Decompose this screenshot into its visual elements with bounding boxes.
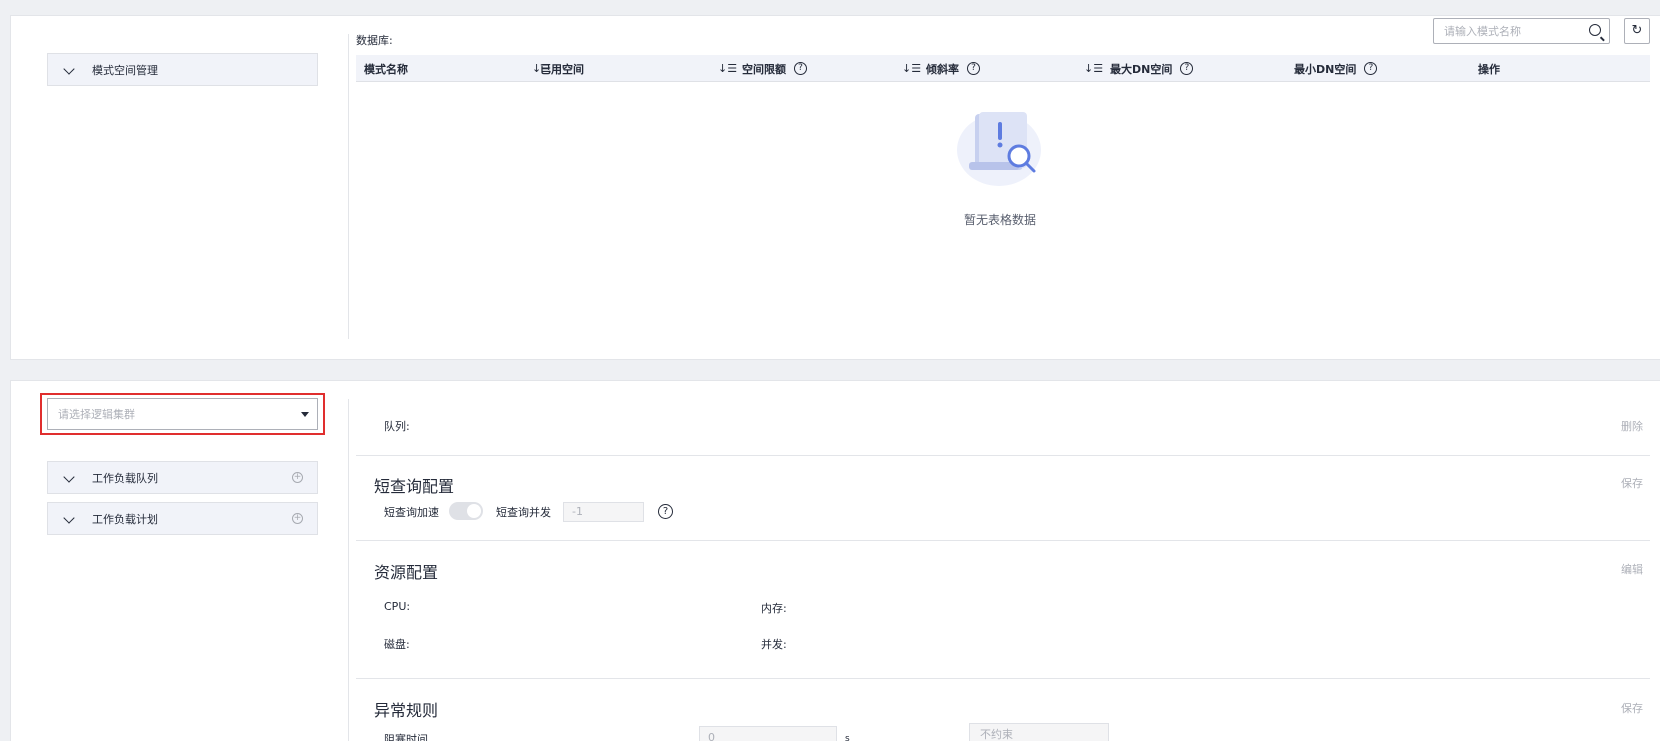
chevron-down-icon (64, 65, 74, 75)
refresh-icon: ↻ (1631, 23, 1643, 38)
sort-icon[interactable]: ↓☰ (718, 62, 737, 75)
database-label: 数据库: (356, 34, 393, 47)
exception-save-link[interactable]: 保存 (1621, 700, 1643, 716)
short-query-title: 短查询配置 (374, 477, 455, 496)
short-query-accel-toggle[interactable] (449, 502, 483, 520)
schema-search-input[interactable] (1444, 19, 1584, 43)
exception-rules-title: 异常规则 (374, 701, 439, 720)
block-time-input[interactable]: 0 (699, 726, 837, 741)
help-icon[interactable]: ? (794, 62, 807, 75)
column-header-schema-name: 模式名称 (364, 62, 408, 76)
column-header-space-quota: 空间限额? (742, 55, 807, 82)
section-divider (356, 678, 1650, 679)
vertical-divider (348, 399, 349, 741)
column-header-actions: 操作 (1478, 62, 1500, 76)
tree-item-workload-plan[interactable]: 工作负载计划 + (47, 502, 318, 535)
select-placeholder: 请选择逻辑集群 (58, 408, 135, 421)
cpu-label: CPU: (384, 600, 411, 613)
caret-down-icon (301, 412, 309, 417)
help-icon[interactable]: ? (1180, 62, 1194, 75)
chevron-down-icon (64, 473, 74, 483)
workload-panel: 请选择逻辑集群 工作负载队列 + 工作负载计划 + (10, 380, 1660, 741)
column-header-min-dn-space: 最小DN空间? (1294, 55, 1378, 82)
tree-item-label: 工作负载队列 (92, 471, 158, 485)
short-query-concurrency-label: 短查询并发 (496, 506, 551, 519)
column-header-skew-rate: 倾斜率? (926, 55, 980, 82)
refresh-button[interactable]: ↻ (1624, 18, 1650, 44)
short-query-save-link[interactable]: 保存 (1621, 475, 1643, 491)
memory-label: 内存: (761, 602, 787, 615)
column-header-max-dn-space: 最大DN空间? (1110, 55, 1194, 82)
delete-link[interactable]: 删除 (1621, 418, 1643, 434)
schema-search-box (1433, 18, 1610, 44)
queue-label: 队列: (384, 420, 410, 433)
section-divider (356, 455, 1650, 456)
chevron-down-icon (64, 514, 74, 524)
tree-item-workload-queue[interactable]: 工作负载队列 + (47, 461, 318, 494)
column-header-used-space: 已用空间 (540, 62, 584, 76)
constraint-select[interactable]: 不约束 (969, 723, 1109, 741)
help-icon[interactable]: ? (658, 504, 673, 519)
empty-data-illustration (957, 112, 1041, 186)
search-icon[interactable] (1589, 24, 1601, 36)
sort-icon[interactable]: ↓☰ (1084, 62, 1103, 75)
vertical-divider (348, 34, 349, 339)
resource-config-title: 资源配置 (374, 563, 439, 582)
concurrency-label: 并发: (761, 638, 787, 651)
tree-item-label: 工作负载计划 (92, 512, 158, 526)
tree-item-schema-space[interactable]: 模式空间管理 (47, 53, 318, 86)
section-divider (356, 540, 1650, 541)
schema-table-header: 模式名称 ↓☰ 已用空间 ↓☰ 空间限额? ↓☰ 倾斜率? ↓☰ 最大DN空间?… (356, 55, 1650, 82)
empty-table-text: 暂无表格数据 (963, 213, 1036, 227)
sort-icon[interactable]: ↓☰ (902, 62, 921, 75)
add-icon[interactable]: + (292, 472, 303, 483)
toggle-knob (467, 504, 481, 518)
short-query-concurrency-input[interactable]: -1 (563, 502, 644, 522)
help-icon[interactable]: ? (1364, 62, 1378, 75)
add-icon[interactable]: + (292, 513, 303, 524)
disk-label: 磁盘: (384, 638, 410, 651)
tree-item-label: 模式空间管理 (92, 63, 158, 77)
short-query-accel-label: 短查询加速 (384, 506, 439, 519)
logical-cluster-select[interactable]: 请选择逻辑集群 (47, 398, 318, 430)
help-icon[interactable]: ? (967, 62, 980, 75)
block-time-unit: s (845, 734, 850, 741)
block-time-label: 阻塞时间 (384, 733, 428, 741)
resource-edit-link[interactable]: 编辑 (1621, 561, 1643, 577)
